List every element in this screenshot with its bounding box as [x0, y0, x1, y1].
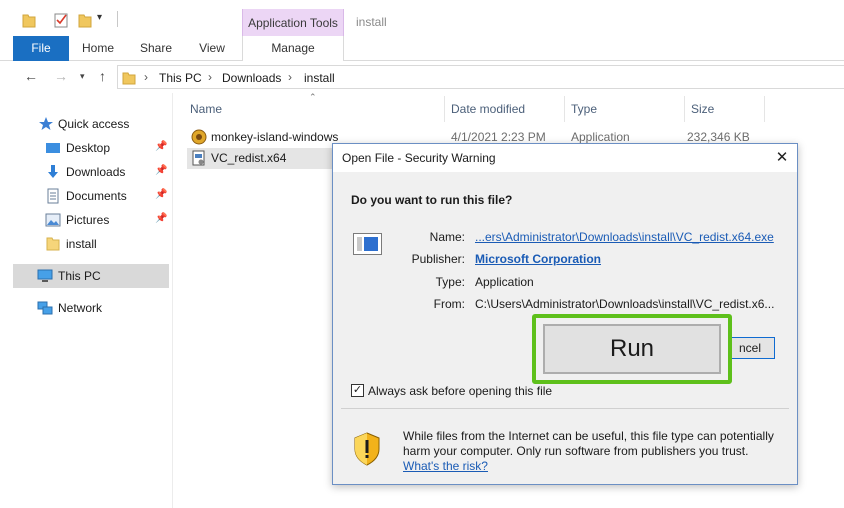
network-icon — [37, 301, 53, 315]
up-arrow-icon[interactable]: ↑ — [99, 68, 106, 84]
sidebar-item-desktop[interactable]: Desktop 📌 — [13, 136, 169, 160]
recent-locations-icon[interactable]: ▾ — [80, 71, 85, 82]
monkey-app-icon — [191, 129, 207, 145]
close-icon[interactable]: ✕ — [769, 147, 795, 169]
tab-manage[interactable]: Manage — [242, 36, 344, 62]
breadcrumb-downloads[interactable]: Downloads — [222, 71, 281, 85]
name-label: Name: — [429, 230, 465, 244]
column-separator[interactable] — [564, 96, 565, 122]
customize-toolbar-icon[interactable]: ▾ — [97, 12, 102, 23]
pin-icon[interactable]: 📌 — [155, 165, 167, 176]
file-name: VC_redist.x64 — [211, 151, 287, 165]
file-name-link[interactable]: ...ers\Administrator\Downloads\install\V… — [475, 230, 774, 244]
address-row: ← → ▾ ↑ › This PC › Downloads › install — [0, 61, 844, 93]
star-icon — [39, 117, 53, 130]
computer-icon — [37, 269, 53, 282]
dialog-title: Open File - Security Warning — [342, 151, 496, 165]
tab-home[interactable]: Home — [78, 36, 118, 61]
sidebar-item-label: Documents — [66, 189, 127, 203]
sidebar-item-label: Pictures — [66, 213, 110, 227]
run-button[interactable]: Run — [543, 324, 721, 374]
column-header-size[interactable]: Size — [691, 102, 714, 116]
type-label: Type: — [435, 275, 465, 289]
column-separator[interactable] — [444, 96, 445, 122]
new-folder-icon[interactable] — [78, 12, 92, 28]
tab-view[interactable]: View — [192, 36, 232, 61]
properties-icon[interactable] — [53, 12, 69, 28]
dialog-title-bar[interactable]: Open File - Security Warning ✕ — [333, 144, 797, 172]
file-type: Application — [571, 130, 630, 144]
file-date: 4/1/2021 2:23 PM — [451, 130, 546, 144]
sort-ascending-icon: ⌃ — [309, 92, 317, 102]
tab-share[interactable]: Share — [136, 36, 176, 61]
forward-arrow-icon[interactable]: → — [54, 68, 68, 84]
pin-icon[interactable]: 📌 — [155, 213, 167, 224]
toolbar-separator — [117, 11, 118, 27]
sidebar-item-label: Desktop — [66, 141, 111, 155]
file-row-selected[interactable]: VC_redist.x64 — [187, 148, 333, 169]
warning-shield-icon — [354, 432, 380, 466]
breadcrumb-separator-icon: › — [144, 70, 148, 84]
download-arrow-icon — [48, 165, 58, 178]
column-header-date-modified[interactable]: Date modified — [451, 102, 525, 116]
ribbon-tabs: File Home Share View Manage — [0, 36, 844, 62]
address-bar[interactable]: › This PC › Downloads › install — [117, 65, 844, 89]
sidebar-item-downloads[interactable]: Downloads 📌 — [13, 160, 169, 184]
tab-file[interactable]: File — [13, 36, 69, 61]
breadcrumb-this-pc[interactable]: This PC — [159, 71, 202, 85]
folder-icon — [46, 237, 60, 251]
navigation-pane: Quick access Desktop 📌 Downloads 📌 Docum… — [13, 93, 173, 508]
pin-icon[interactable]: 📌 — [155, 141, 167, 152]
sidebar-item-documents[interactable]: Documents 📌 — [13, 184, 169, 208]
type-value: Application — [475, 275, 534, 289]
sidebar-item-label: Network — [58, 301, 103, 315]
warning-text-block: While files from the Internet can be use… — [403, 429, 788, 474]
pictures-icon — [45, 213, 61, 227]
whats-the-risk-link[interactable]: What's the risk? — [403, 459, 488, 473]
sidebar-item-install[interactable]: install — [13, 232, 169, 256]
title-bar: ▾ Application Tools install — [0, 0, 844, 36]
breadcrumb-separator-icon: › — [208, 70, 212, 84]
application-file-icon — [353, 233, 382, 255]
folder-icon — [122, 72, 136, 85]
file-name: monkey-island-windows — [211, 130, 339, 144]
documents-icon — [47, 188, 59, 204]
column-separator[interactable] — [684, 96, 685, 122]
back-arrow-icon[interactable]: ← — [24, 68, 38, 84]
breadcrumb-separator-icon: › — [288, 70, 292, 84]
context-tab-application-tools: Application Tools — [242, 9, 344, 36]
desktop-icon — [46, 143, 60, 153]
column-separator[interactable] — [764, 96, 765, 122]
sidebar-item-quick-access[interactable]: Quick access — [13, 112, 169, 136]
from-label: From: — [433, 297, 465, 311]
warning-text: While files from the Internet can be use… — [403, 429, 774, 458]
always-ask-label[interactable]: Always ask before opening this file — [368, 384, 552, 398]
sidebar-item-label: Quick access — [58, 117, 130, 131]
window-title: install — [356, 15, 387, 29]
always-ask-checkbox[interactable]: ✓ — [351, 384, 364, 397]
installer-icon — [192, 150, 205, 166]
publisher-link[interactable]: Microsoft Corporation — [475, 252, 601, 266]
column-header-name[interactable]: Name — [190, 102, 222, 116]
from-value: C:\Users\Administrator\Downloads\install… — [475, 297, 775, 311]
pin-icon[interactable]: 📌 — [155, 189, 167, 200]
file-size: 232,346 KB — [687, 130, 750, 144]
sidebar-item-pictures[interactable]: Pictures 📌 — [13, 208, 169, 232]
folder-icon[interactable] — [22, 12, 36, 28]
dialog-divider — [341, 408, 789, 409]
dialog-question: Do you want to run this file? — [351, 193, 513, 207]
sidebar-item-label: This PC — [58, 269, 101, 283]
sidebar-item-label: Downloads — [66, 165, 126, 179]
run-button-highlight: Run — [532, 314, 732, 384]
breadcrumb-install[interactable]: install — [304, 71, 335, 85]
sidebar-item-label: install — [66, 237, 97, 251]
column-header-type[interactable]: Type — [571, 102, 597, 116]
sidebar-item-this-pc[interactable]: This PC — [13, 264, 169, 288]
pane-divider[interactable] — [172, 93, 173, 508]
publisher-label: Publisher: — [411, 252, 465, 266]
security-warning-dialog: Open File - Security Warning ✕ Do you wa… — [332, 143, 798, 485]
sidebar-item-network[interactable]: Network — [13, 296, 169, 320]
